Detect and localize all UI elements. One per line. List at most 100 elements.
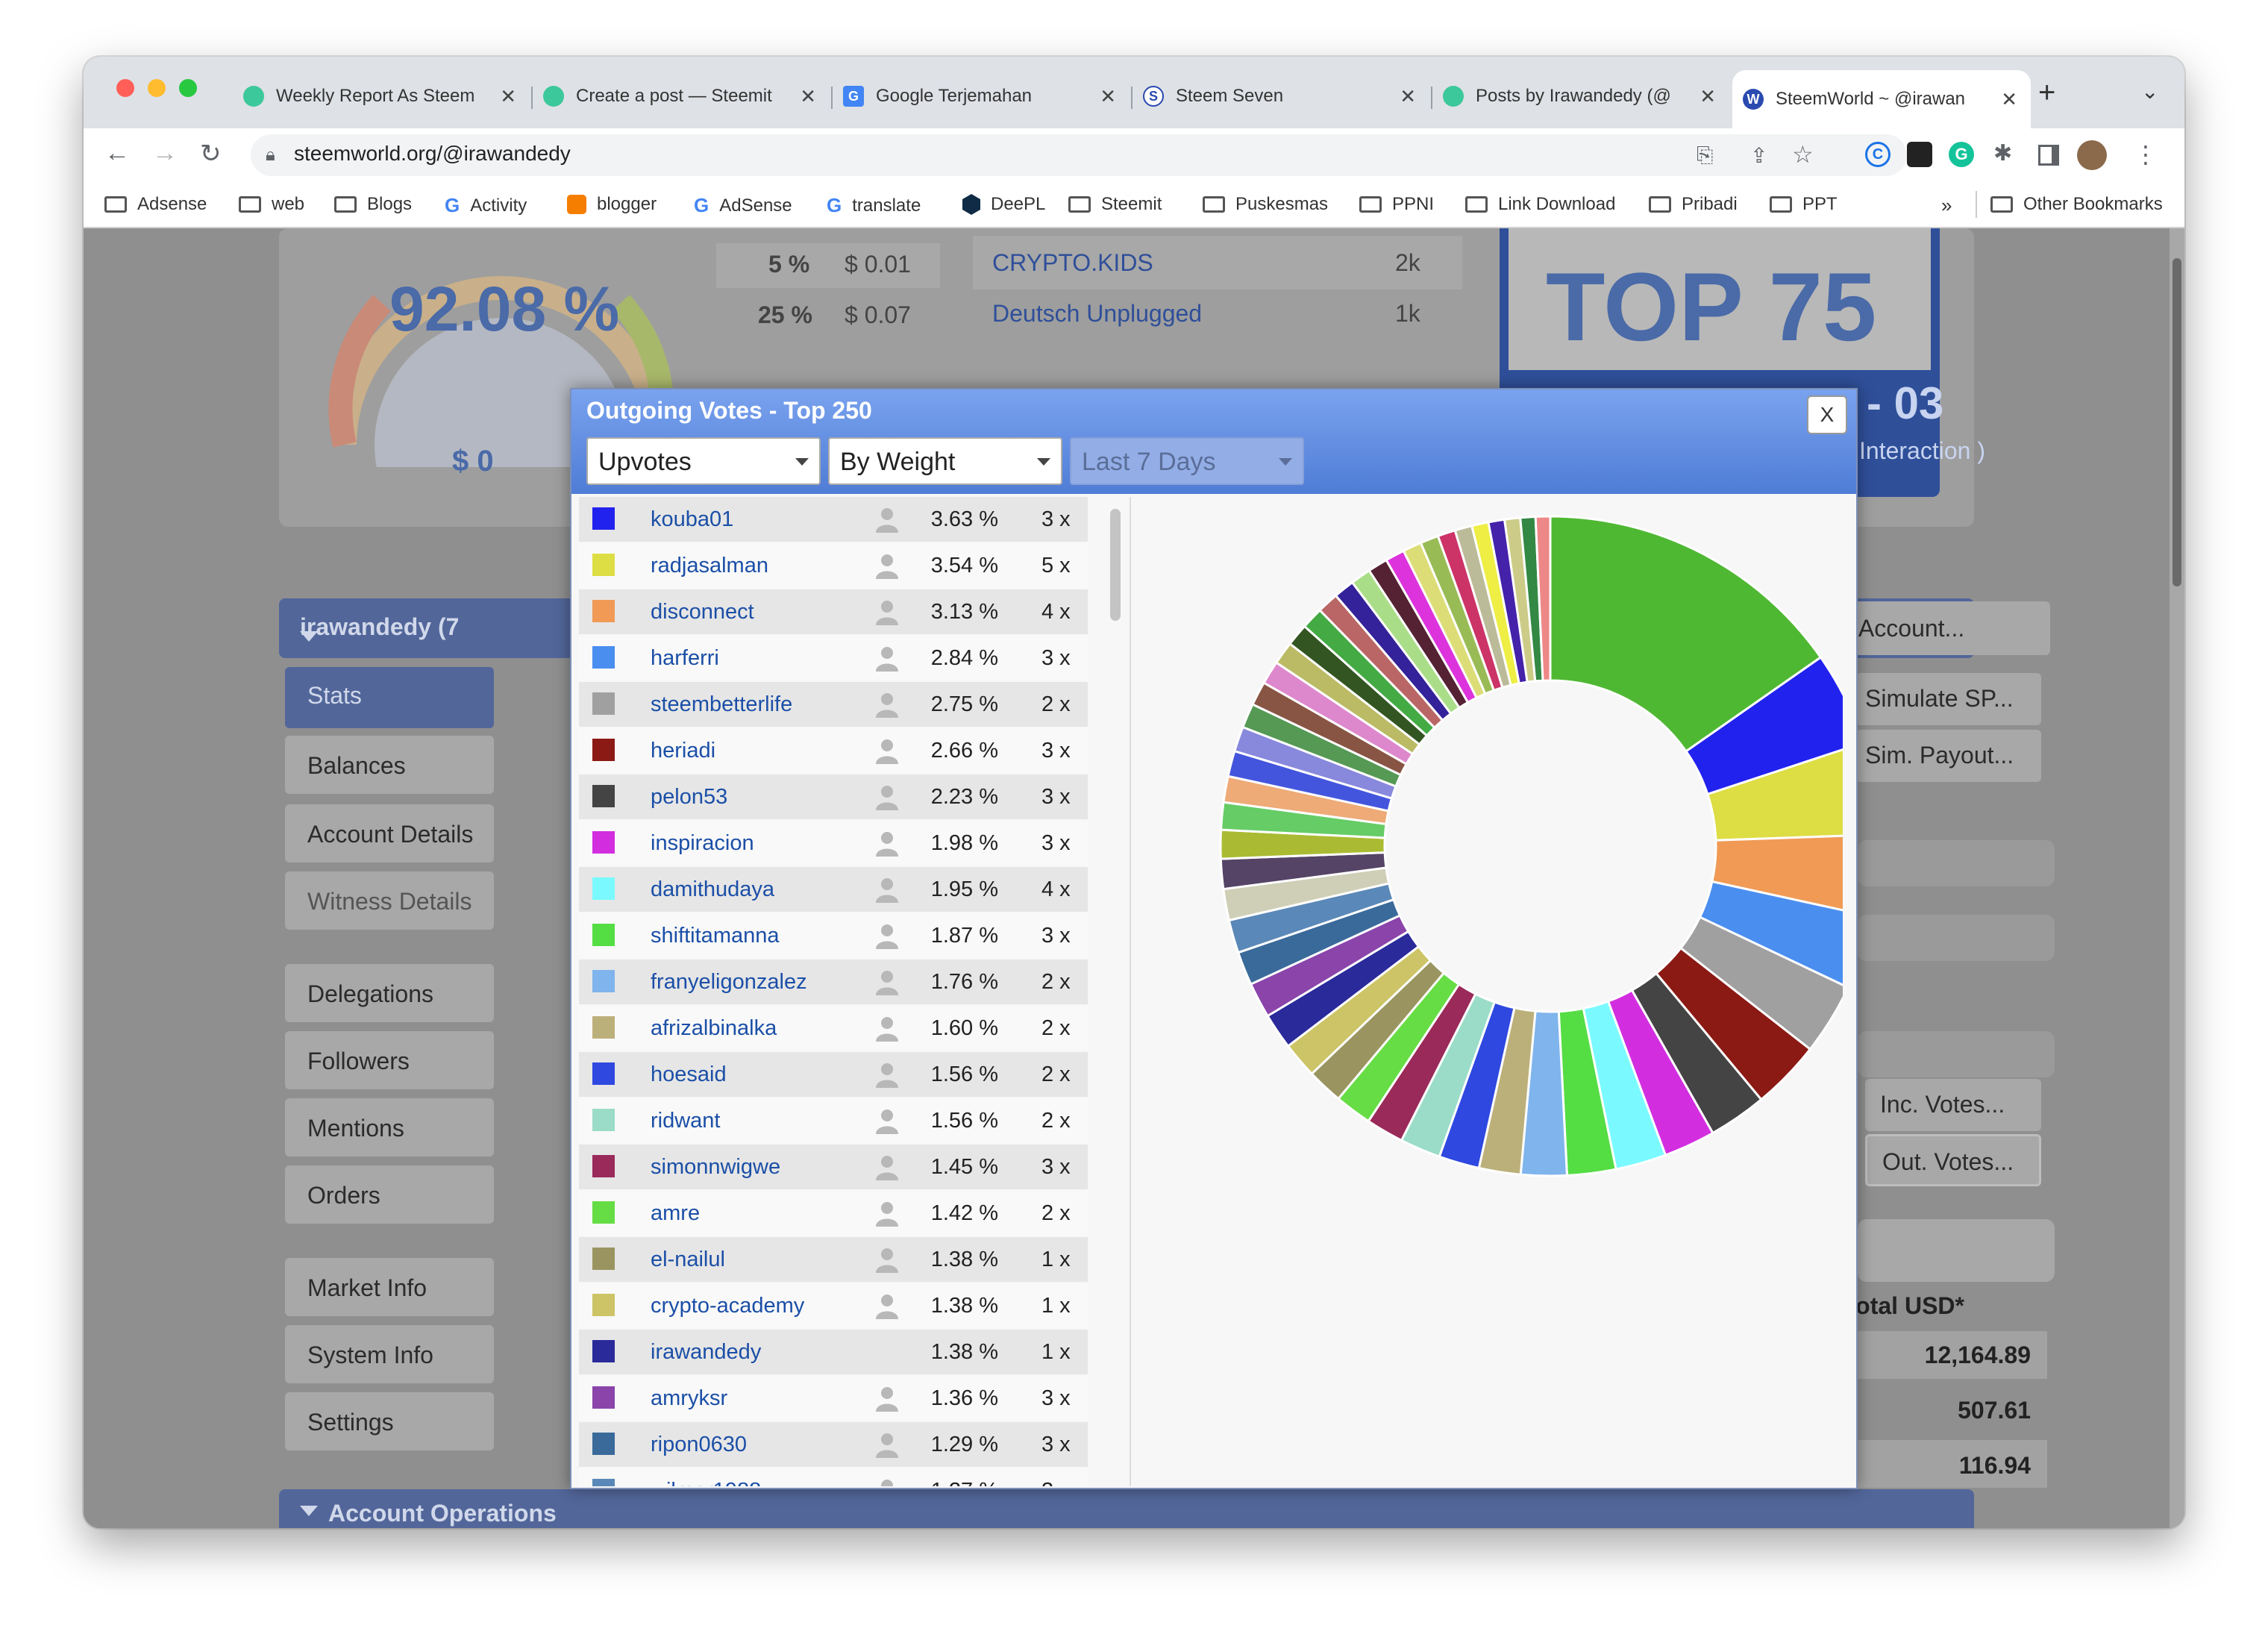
side-menu-delegations[interactable]: Delegations <box>285 964 494 1022</box>
extensions-puzzle-icon[interactable]: ✱ <box>1993 140 2012 166</box>
bookmark-blogger[interactable]: blogger <box>567 194 657 215</box>
side-menu-balances[interactable]: Balances <box>285 736 494 794</box>
side-menu-account-details[interactable]: Account Details <box>285 804 494 863</box>
voted-account-link[interactable]: pelon53 <box>651 785 727 810</box>
vote-type-select[interactable]: Upvotes <box>586 437 821 485</box>
side-menu-witness-details[interactable]: Witness Details <box>285 871 494 930</box>
voted-account-link[interactable]: radjasalman <box>651 554 768 578</box>
bookmark-ppt[interactable]: PPT <box>1770 194 1838 215</box>
user-profile-icon[interactable] <box>874 830 900 857</box>
side-menu-market-info[interactable]: Market Info <box>285 1258 494 1316</box>
user-profile-icon[interactable] <box>874 691 900 718</box>
user-profile-icon[interactable] <box>874 1154 900 1180</box>
other-bookmarks[interactable]: Other Bookmarks <box>1990 194 2163 215</box>
back-arrow-icon[interactable]: ← <box>104 139 130 168</box>
bookmark-star-icon[interactable]: ☆ <box>1792 140 1814 169</box>
extension-c-icon[interactable]: C <box>1865 142 1890 167</box>
translate-page-icon[interactable]: ⎘ <box>1697 143 1713 168</box>
share-icon[interactable]: ⇪ <box>1750 143 1767 168</box>
close-tab-icon[interactable]: ✕ <box>1700 85 1716 108</box>
community-name[interactable]: CRYPTO.KIDS <box>992 249 1153 277</box>
close-window-button[interactable] <box>116 79 134 97</box>
user-profile-icon[interactable] <box>874 506 900 533</box>
voted-account-link[interactable]: ridwant <box>651 1109 721 1133</box>
user-profile-icon[interactable] <box>874 1061 900 1088</box>
voted-account-link[interactable]: kouba01 <box>651 507 733 532</box>
list-scrollbar-thumb[interactable] <box>1110 509 1121 621</box>
user-profile-icon[interactable] <box>874 1292 900 1319</box>
voted-account-link[interactable]: harferri <box>651 646 719 671</box>
voted-account-link[interactable]: wilmer1988 <box>651 1479 761 1486</box>
tab-search-chevron-down-icon[interactable]: ⌄ <box>2141 79 2158 104</box>
bookmarks-overflow-button[interactable]: » <box>1941 194 1952 217</box>
voted-account-link[interactable]: crypto-academy <box>651 1294 804 1318</box>
user-profile-icon[interactable] <box>874 1015 900 1042</box>
user-profile-icon[interactable] <box>874 1385 900 1412</box>
user-profile-icon[interactable] <box>874 737 900 764</box>
voted-account-link[interactable]: heriadi <box>651 739 715 763</box>
close-tab-icon[interactable]: ✕ <box>800 85 816 108</box>
bookmark-blogs[interactable]: Blogs <box>334 194 412 215</box>
bookmark-deepl[interactable]: DeePL <box>962 194 1045 215</box>
out-votes-button[interactable]: Out. Votes... <box>1865 1134 2041 1186</box>
user-profile-icon[interactable] <box>874 783 900 810</box>
side-menu-system-info[interactable]: System Info <box>285 1325 494 1383</box>
bookmark-translate[interactable]: Gtranslate <box>827 194 921 217</box>
close-tab-icon[interactable]: ✕ <box>500 85 516 108</box>
user-profile-icon[interactable] <box>874 968 900 995</box>
profile-avatar[interactable] <box>2077 140 2107 170</box>
close-tab-icon[interactable]: ✕ <box>2001 88 2017 111</box>
tab-google-translate[interactable]: G Google Terjemahan ✕ <box>833 73 1130 119</box>
minimize-window-button[interactable] <box>148 79 166 97</box>
extension-screen-icon[interactable] <box>1907 142 1932 167</box>
voted-account-link[interactable]: irawandedy <box>651 1340 761 1365</box>
vote-list[interactable]: kouba01 3.63 % 3 x radjasalman 3.54 % 5 x disc… <box>579 497 1088 1486</box>
tab-steem-seven[interactable]: S Steem Seven ✕ <box>1133 73 1429 119</box>
period-select[interactable]: Last 7 Days <box>1070 437 1304 485</box>
side-panel-icon[interactable] <box>2038 145 2059 166</box>
dialog-close-button[interactable]: X <box>1807 395 1847 434</box>
close-tab-icon[interactable]: ✕ <box>1400 85 1416 108</box>
voted-account-link[interactable]: damithudaya <box>651 877 774 902</box>
browser-menu-kebab-icon[interactable]: ⋮ <box>2134 140 2158 169</box>
close-tab-icon[interactable]: ✕ <box>1100 85 1116 108</box>
voted-account-link[interactable]: disconnect <box>651 600 754 625</box>
forward-arrow-icon[interactable]: → <box>152 139 178 168</box>
user-profile-icon[interactable] <box>874 1477 900 1486</box>
voted-account-link[interactable]: amryksr <box>651 1386 727 1411</box>
community-name[interactable]: Deutsch Unplugged <box>992 300 1202 328</box>
user-profile-icon[interactable] <box>874 1431 900 1458</box>
user-profile-icon[interactable] <box>874 1200 900 1227</box>
bookmark-adsense-2[interactable]: G AdSense <box>694 194 792 217</box>
side-menu-orders[interactable]: Orders <box>285 1165 494 1224</box>
voted-account-link[interactable]: simonnwigwe <box>651 1155 780 1180</box>
user-profile-icon[interactable] <box>874 922 900 949</box>
reload-icon[interactable]: ↻ <box>200 139 222 169</box>
voted-account-link[interactable]: hoesaid <box>651 1062 727 1087</box>
voted-account-link[interactable]: franyeligonzalez <box>651 970 807 995</box>
user-profile-icon[interactable] <box>874 645 900 672</box>
sim-payout-button[interactable]: Sim. Payout... <box>1856 730 2041 782</box>
user-profile-icon[interactable] <box>874 552 900 579</box>
tab-steemworld[interactable]: W SteemWorld ~ @irawan ✕ <box>1732 70 2031 128</box>
bookmark-activity[interactable]: G Activity <box>445 194 527 217</box>
tab-create-post[interactable]: Create a post — Steemit ✕ <box>533 73 830 119</box>
bookmark-link-download[interactable]: Link Download <box>1465 194 1615 215</box>
bookmark-steemit[interactable]: Steemit <box>1068 194 1162 215</box>
voted-account-link[interactable]: afrizalbinalka <box>651 1016 777 1041</box>
url-text[interactable]: steemworld.org/@irawandedy <box>294 142 571 166</box>
bookmark-pribadi[interactable]: Pribadi <box>1649 194 1738 215</box>
voted-account-link[interactable]: ripon0630 <box>651 1433 747 1457</box>
side-menu-mentions[interactable]: Mentions <box>285 1098 494 1156</box>
new-tab-button[interactable]: + <box>2038 76 2055 110</box>
sort-select[interactable]: By Weight <box>828 437 1062 485</box>
user-profile-icon[interactable] <box>874 1107 900 1134</box>
voted-account-link[interactable]: el-nailul <box>651 1248 725 1272</box>
bookmark-puskesmas[interactable]: Puskesmas <box>1203 194 1328 215</box>
voted-account-link[interactable]: shiftitamanna <box>651 924 780 948</box>
side-menu-followers[interactable]: Followers <box>285 1031 494 1089</box>
user-profile-icon[interactable] <box>874 598 900 625</box>
zoom-window-button[interactable] <box>179 79 197 97</box>
lock-icon[interactable]: 🔒︎ <box>266 145 275 166</box>
tab-posts-irawandedy[interactable]: Posts by Irawandedy (@ ✕ <box>1432 73 1729 119</box>
